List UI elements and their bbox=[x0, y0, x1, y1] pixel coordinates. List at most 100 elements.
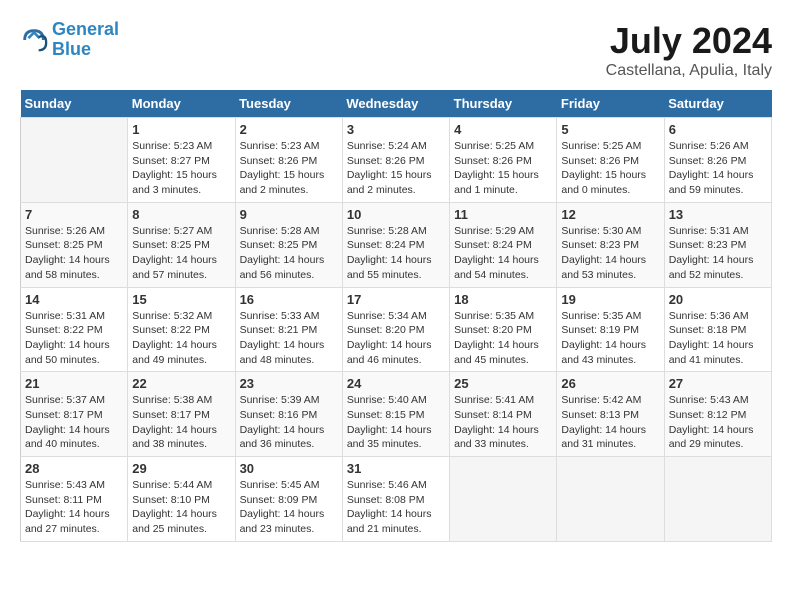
day-number: 8 bbox=[132, 207, 230, 222]
day-info: Sunrise: 5:28 AM Sunset: 8:25 PM Dayligh… bbox=[240, 224, 338, 283]
calendar-cell: 18 Sunrise: 5:35 AM Sunset: 8:20 PM Dayli… bbox=[450, 287, 557, 372]
day-number: 21 bbox=[25, 376, 123, 391]
day-info: Sunrise: 5:32 AM Sunset: 8:22 PM Dayligh… bbox=[132, 309, 230, 368]
calendar-week-row: 7 Sunrise: 5:26 AM Sunset: 8:25 PM Daylig… bbox=[21, 202, 772, 287]
calendar-cell: 22Sunrise: 5:38 AM Sunset: 8:17 PM Dayli… bbox=[128, 372, 235, 457]
day-number: 11 bbox=[454, 207, 552, 222]
calendar-cell: 31 Sunrise: 5:46 AM Sunset: 8:08 PM Dayli… bbox=[342, 457, 449, 542]
calendar-cell: 27 Sunrise: 5:43 AM Sunset: 8:12 PM Dayli… bbox=[664, 372, 771, 457]
day-info: Sunrise: 5:29 AM Sunset: 8:24 PM Dayligh… bbox=[454, 224, 552, 283]
calendar-week-row: 21 Sunrise: 5:37 AM Sunset: 8:17 PM Dayli… bbox=[21, 372, 772, 457]
day-number: 2 bbox=[240, 122, 338, 137]
day-info: Sunrise: 5:26 AM Sunset: 8:26 PM Dayligh… bbox=[669, 139, 767, 198]
location-subtitle: Castellana, Apulia, Italy bbox=[606, 62, 772, 80]
title-section: July 2024 Castellana, Apulia, Italy bbox=[606, 20, 772, 80]
calendar-cell: 5 Sunrise: 5:25 AM Sunset: 8:26 PM Daylig… bbox=[557, 118, 664, 203]
day-info: Sunrise: 5:25 AM Sunset: 8:26 PM Dayligh… bbox=[454, 139, 552, 198]
day-info: Sunrise: 5:36 AM Sunset: 8:18 PM Dayligh… bbox=[669, 309, 767, 368]
day-number: 19 bbox=[561, 292, 659, 307]
weekday-header-monday: Monday bbox=[128, 90, 235, 118]
day-info: Sunrise: 5:44 AM Sunset: 8:10 PM Dayligh… bbox=[132, 478, 230, 537]
day-number: 1 bbox=[132, 122, 230, 137]
weekday-header-friday: Friday bbox=[557, 90, 664, 118]
day-number: 29 bbox=[132, 461, 230, 476]
day-info: Sunrise: 5:26 AM Sunset: 8:25 PM Dayligh… bbox=[25, 224, 123, 283]
calendar-cell: 21 Sunrise: 5:37 AM Sunset: 8:17 PM Dayli… bbox=[21, 372, 128, 457]
day-number: 24 bbox=[347, 376, 445, 391]
day-number: 31 bbox=[347, 461, 445, 476]
day-info: Sunrise: 5:35 AM Sunset: 8:20 PM Dayligh… bbox=[454, 309, 552, 368]
day-number: 22 bbox=[132, 376, 230, 391]
day-number: 30 bbox=[240, 461, 338, 476]
calendar-cell: 3 Sunrise: 5:24 AM Sunset: 8:26 PM Daylig… bbox=[342, 118, 449, 203]
calendar-header: SundayMondayTuesdayWednesdayThursdayFrid… bbox=[21, 90, 772, 118]
day-info: Sunrise: 5:37 AM Sunset: 8:17 PM Dayligh… bbox=[25, 393, 123, 452]
page-header: General Blue July 2024 Castellana, Apuli… bbox=[20, 20, 772, 80]
day-number: 10 bbox=[347, 207, 445, 222]
weekday-header-sunday: Sunday bbox=[21, 90, 128, 118]
day-number: 18 bbox=[454, 292, 552, 307]
calendar-cell bbox=[557, 457, 664, 542]
calendar-cell: 6 Sunrise: 5:26 AM Sunset: 8:26 PM Daylig… bbox=[664, 118, 771, 203]
day-number: 13 bbox=[669, 207, 767, 222]
logo: General Blue bbox=[20, 20, 119, 60]
day-info: Sunrise: 5:30 AM Sunset: 8:23 PM Dayligh… bbox=[561, 224, 659, 283]
calendar-cell: 29 Sunrise: 5:44 AM Sunset: 8:10 PM Dayli… bbox=[128, 457, 235, 542]
calendar-week-row: 1Sunrise: 5:23 AM Sunset: 8:27 PM Daylig… bbox=[21, 118, 772, 203]
calendar-cell: 19Sunrise: 5:35 AM Sunset: 8:19 PM Dayli… bbox=[557, 287, 664, 372]
day-info: Sunrise: 5:46 AM Sunset: 8:08 PM Dayligh… bbox=[347, 478, 445, 537]
day-info: Sunrise: 5:31 AM Sunset: 8:23 PM Dayligh… bbox=[669, 224, 767, 283]
day-info: Sunrise: 5:23 AM Sunset: 8:26 PM Dayligh… bbox=[240, 139, 338, 198]
calendar-cell: 1Sunrise: 5:23 AM Sunset: 8:27 PM Daylig… bbox=[128, 118, 235, 203]
day-number: 3 bbox=[347, 122, 445, 137]
day-number: 26 bbox=[561, 376, 659, 391]
calendar-cell: 14 Sunrise: 5:31 AM Sunset: 8:22 PM Dayli… bbox=[21, 287, 128, 372]
calendar-cell: 17Sunrise: 5:34 AM Sunset: 8:20 PM Dayli… bbox=[342, 287, 449, 372]
day-number: 4 bbox=[454, 122, 552, 137]
calendar-table: SundayMondayTuesdayWednesdayThursdayFrid… bbox=[20, 90, 772, 542]
month-year-title: July 2024 bbox=[606, 20, 772, 62]
logo-text: General Blue bbox=[52, 20, 119, 60]
day-number: 27 bbox=[669, 376, 767, 391]
logo-icon bbox=[20, 26, 48, 54]
calendar-cell: 13 Sunrise: 5:31 AM Sunset: 8:23 PM Dayli… bbox=[664, 202, 771, 287]
day-info: Sunrise: 5:42 AM Sunset: 8:13 PM Dayligh… bbox=[561, 393, 659, 452]
day-number: 6 bbox=[669, 122, 767, 137]
calendar-cell: 30 Sunrise: 5:45 AM Sunset: 8:09 PM Dayli… bbox=[235, 457, 342, 542]
day-info: Sunrise: 5:40 AM Sunset: 8:15 PM Dayligh… bbox=[347, 393, 445, 452]
calendar-cell: 10Sunrise: 5:28 AM Sunset: 8:24 PM Dayli… bbox=[342, 202, 449, 287]
weekday-header-row: SundayMondayTuesdayWednesdayThursdayFrid… bbox=[21, 90, 772, 118]
calendar-cell: 9 Sunrise: 5:28 AM Sunset: 8:25 PM Daylig… bbox=[235, 202, 342, 287]
day-info: Sunrise: 5:43 AM Sunset: 8:11 PM Dayligh… bbox=[25, 478, 123, 537]
day-info: Sunrise: 5:45 AM Sunset: 8:09 PM Dayligh… bbox=[240, 478, 338, 537]
day-number: 20 bbox=[669, 292, 767, 307]
calendar-cell: 25Sunrise: 5:41 AM Sunset: 8:14 PM Dayli… bbox=[450, 372, 557, 457]
calendar-cell: 15 Sunrise: 5:32 AM Sunset: 8:22 PM Dayli… bbox=[128, 287, 235, 372]
weekday-header-wednesday: Wednesday bbox=[342, 90, 449, 118]
day-number: 15 bbox=[132, 292, 230, 307]
day-number: 16 bbox=[240, 292, 338, 307]
day-number: 17 bbox=[347, 292, 445, 307]
day-number: 5 bbox=[561, 122, 659, 137]
calendar-week-row: 28Sunrise: 5:43 AM Sunset: 8:11 PM Dayli… bbox=[21, 457, 772, 542]
calendar-cell: 7 Sunrise: 5:26 AM Sunset: 8:25 PM Daylig… bbox=[21, 202, 128, 287]
calendar-cell: 4 Sunrise: 5:25 AM Sunset: 8:26 PM Daylig… bbox=[450, 118, 557, 203]
day-info: Sunrise: 5:43 AM Sunset: 8:12 PM Dayligh… bbox=[669, 393, 767, 452]
day-number: 7 bbox=[25, 207, 123, 222]
calendar-cell: 8 Sunrise: 5:27 AM Sunset: 8:25 PM Daylig… bbox=[128, 202, 235, 287]
weekday-header-tuesday: Tuesday bbox=[235, 90, 342, 118]
weekday-header-thursday: Thursday bbox=[450, 90, 557, 118]
day-info: Sunrise: 5:33 AM Sunset: 8:21 PM Dayligh… bbox=[240, 309, 338, 368]
calendar-cell: 20 Sunrise: 5:36 AM Sunset: 8:18 PM Dayli… bbox=[664, 287, 771, 372]
day-info: Sunrise: 5:25 AM Sunset: 8:26 PM Dayligh… bbox=[561, 139, 659, 198]
day-info: Sunrise: 5:31 AM Sunset: 8:22 PM Dayligh… bbox=[25, 309, 123, 368]
day-number: 9 bbox=[240, 207, 338, 222]
calendar-body: 1Sunrise: 5:23 AM Sunset: 8:27 PM Daylig… bbox=[21, 118, 772, 542]
calendar-cell bbox=[664, 457, 771, 542]
calendar-cell: 26 Sunrise: 5:42 AM Sunset: 8:13 PM Dayli… bbox=[557, 372, 664, 457]
calendar-cell: 16 Sunrise: 5:33 AM Sunset: 8:21 PM Dayli… bbox=[235, 287, 342, 372]
day-info: Sunrise: 5:27 AM Sunset: 8:25 PM Dayligh… bbox=[132, 224, 230, 283]
day-info: Sunrise: 5:24 AM Sunset: 8:26 PM Dayligh… bbox=[347, 139, 445, 198]
day-number: 14 bbox=[25, 292, 123, 307]
calendar-week-row: 14 Sunrise: 5:31 AM Sunset: 8:22 PM Dayli… bbox=[21, 287, 772, 372]
